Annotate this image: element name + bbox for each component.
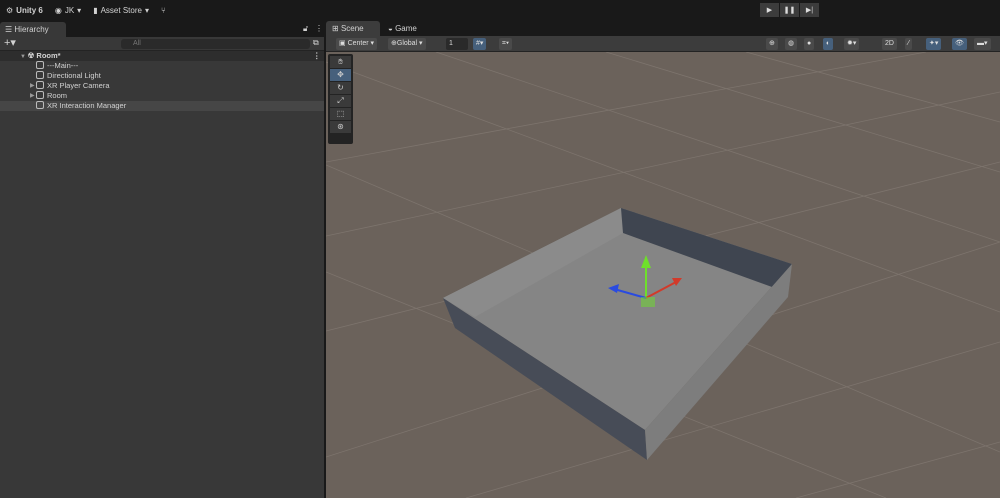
- hierarchy-panel: ☰ Hierarchy 🔓︎ ⋮ +▾ All ⧉ ▼ ☢ Room* ⋮ ---…: [0, 20, 324, 498]
- draw-mode-shaded-wire-icon[interactable]: ◍: [785, 38, 798, 50]
- play-button[interactable]: ▶: [760, 3, 779, 17]
- scene-toolbar: ▣ Center ▾ ⊕Global ▾ 1 #▾ ⌗▾ ⊕ ◍ ● ◐ ✹▾ …: [326, 36, 1000, 52]
- list-item[interactable]: XR Interaction Manager: [0, 101, 324, 111]
- 2d-toggle-icon[interactable]: 2D: [882, 38, 897, 50]
- visibility-icon[interactable]: 👁︎: [952, 38, 967, 50]
- gizmos-dropdown-icon[interactable]: ▬▾: [974, 38, 991, 50]
- audio-toggle-icon[interactable]: ⁄: [905, 38, 913, 50]
- top-toolbar: ⚙ Unity 6 ◉ JK ▾ ▮ Asset Store ▾ ⑂: [0, 0, 1000, 20]
- gameobject-icon: [36, 91, 44, 99]
- scene-tabs: ⊞ Scene ◒ Game: [326, 20, 1000, 36]
- grid-snap-input[interactable]: 1: [446, 38, 468, 50]
- list-item[interactable]: ▶ Room: [0, 91, 324, 101]
- search-options-icon[interactable]: ⧉: [313, 38, 319, 48]
- gameobject-icon: [36, 81, 44, 89]
- scale-tool-icon[interactable]: ⤢: [330, 95, 351, 107]
- snap-settings-button[interactable]: ⌗▾: [499, 38, 512, 50]
- expand-arrow[interactable]: ▼: [20, 54, 28, 60]
- tab-game[interactable]: ◒ Game: [382, 21, 423, 36]
- unity-icon: ⚙: [6, 5, 14, 15]
- tool-palette: ✋︎ ✥ ↻ ⤢ ⬚ ⊛: [328, 54, 353, 144]
- draw-mode-unlit-icon[interactable]: ◐: [823, 38, 834, 50]
- more-menu-icon[interactable]: ⋮: [315, 24, 323, 33]
- create-button[interactable]: +▾: [4, 37, 16, 50]
- rect-tool-icon[interactable]: ⬚: [330, 108, 351, 120]
- grid-visibility-button[interactable]: #▾: [473, 38, 487, 50]
- scene-menu-icon[interactable]: ⋮: [313, 51, 321, 61]
- list-item[interactable]: Directional Light: [0, 71, 324, 81]
- unity-logo-menu[interactable]: ⚙ Unity 6: [6, 6, 43, 15]
- hand-tool-icon[interactable]: ✋︎: [330, 56, 351, 68]
- lock-icon[interactable]: 🔓︎: [303, 24, 308, 34]
- play-controls: ▶ ❚❚ ▶|: [760, 3, 819, 17]
- scene-row[interactable]: ▼ ☢ Room* ⋮: [0, 51, 324, 61]
- expand-arrow[interactable]: ▶: [30, 91, 35, 101]
- space-dropdown[interactable]: ⊕Global ▾: [388, 38, 426, 50]
- gameobject-icon: [36, 71, 44, 79]
- list-item[interactable]: ---Main---: [0, 61, 324, 71]
- transform-tool-icon[interactable]: ⊛: [330, 121, 351, 133]
- room-tray: [443, 208, 792, 460]
- move-tool-icon[interactable]: ✥: [330, 69, 351, 81]
- gameobject-icon: [36, 101, 44, 109]
- list-item[interactable]: ▶ XR Player Camera: [0, 81, 324, 91]
- draw-mode-wireframe-icon[interactable]: ⊕: [766, 38, 778, 50]
- asset-store-dropdown[interactable]: ▮ Asset Store ▾: [93, 6, 149, 15]
- scene-viewport[interactable]: [326, 52, 1000, 498]
- list-icon: ☰: [5, 25, 15, 34]
- lighting-icon[interactable]: ✹▾: [844, 38, 860, 50]
- gamepad-icon: ◒: [388, 24, 396, 33]
- hierarchy-search-input[interactable]: All: [121, 39, 310, 49]
- user-icon: ◉: [54, 5, 62, 15]
- tab-scene[interactable]: ⊞ Scene: [326, 21, 380, 36]
- grid-icon: ⊞: [332, 24, 341, 33]
- draw-mode-shaded-icon[interactable]: ●: [804, 38, 815, 50]
- effects-dropdown-icon[interactable]: ✦▾: [926, 38, 942, 50]
- expand-arrow[interactable]: ▶: [30, 81, 35, 91]
- rotate-tool-icon[interactable]: ↻: [330, 82, 351, 94]
- tab-hierarchy[interactable]: ☰ Hierarchy: [0, 22, 66, 37]
- pivot-dropdown[interactable]: ▣ Center ▾: [336, 38, 378, 50]
- step-button[interactable]: ▶|: [800, 3, 819, 17]
- account-dropdown[interactable]: ◉ JK ▾: [55, 6, 81, 15]
- gameobject-icon: [36, 61, 44, 69]
- scene-render: [326, 52, 1000, 498]
- pause-button[interactable]: ❚❚: [780, 3, 799, 17]
- bag-icon: ▮: [93, 5, 98, 15]
- version-control-button[interactable]: ⑂: [161, 6, 166, 15]
- branch-icon: ⑂: [160, 5, 166, 15]
